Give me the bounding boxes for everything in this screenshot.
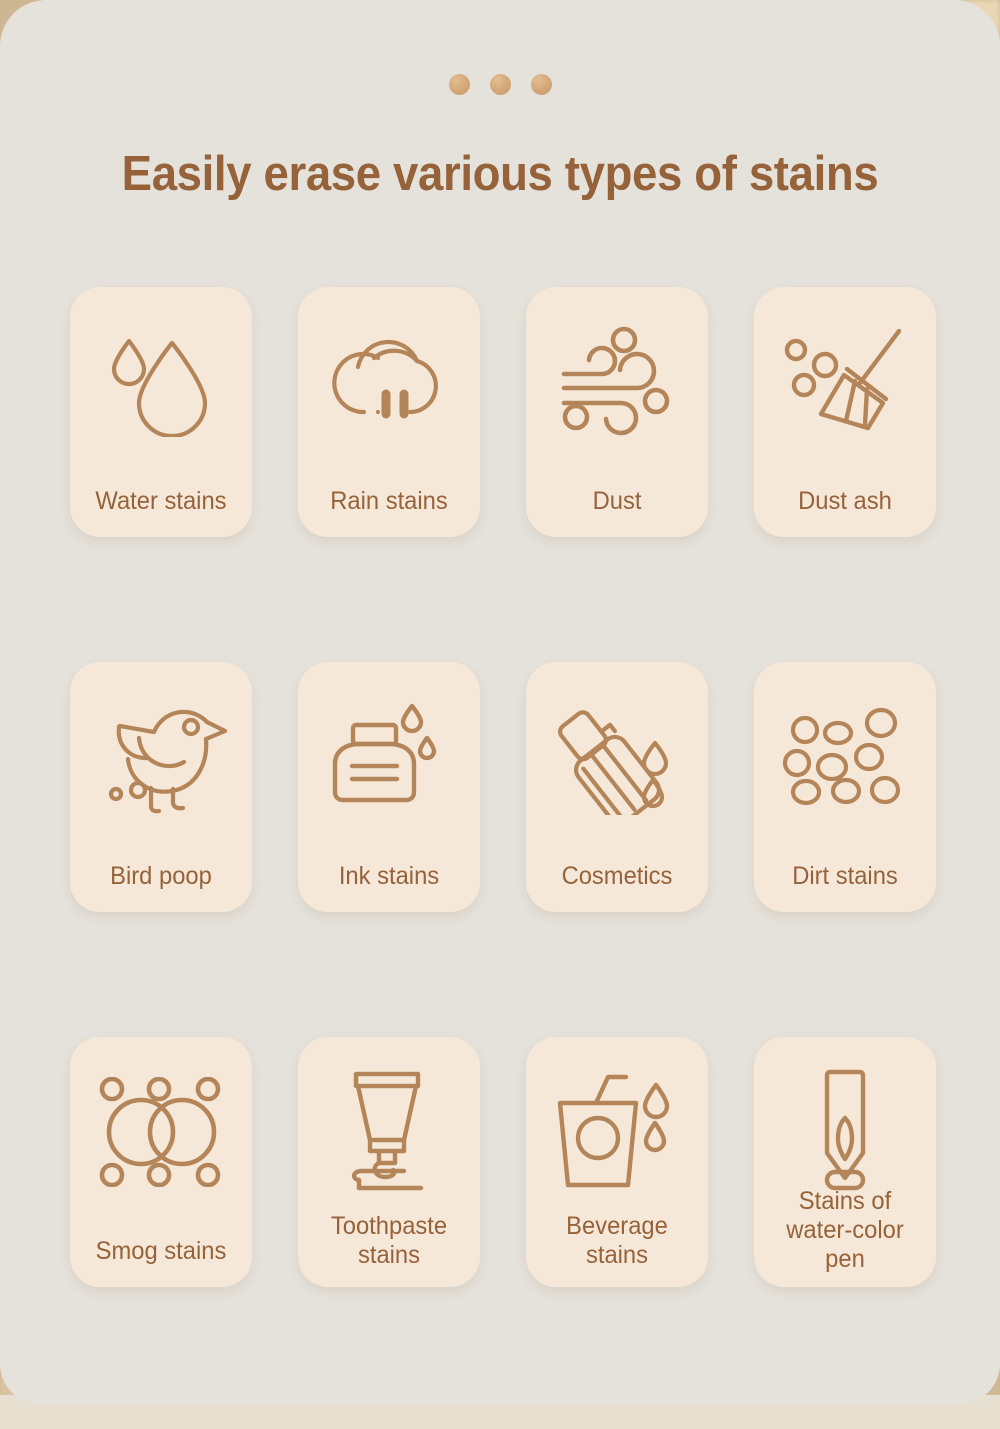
- ink-bottle-icon: [298, 692, 480, 822]
- toothpaste-tube-icon: [298, 1067, 480, 1197]
- stain-tile[interactable]: Rain stains: [298, 287, 480, 537]
- stain-tile-label: Dirt stains: [792, 862, 898, 890]
- dot-icon: [489, 74, 511, 95]
- beverage-cup-icon: [526, 1067, 708, 1197]
- stain-tile[interactable]: Dust ash: [754, 287, 936, 537]
- stain-tile-label: Cosmetics: [561, 862, 673, 890]
- stain-tile[interactable]: Dust: [526, 287, 708, 537]
- stain-tile-label: Water stains: [95, 487, 227, 515]
- dot-icon: [448, 74, 470, 95]
- stain-tile-label: Bird poop: [110, 862, 212, 890]
- broom-icon: [754, 317, 936, 447]
- dot-icon: [530, 74, 552, 95]
- stain-tile-label: Rain stains: [330, 487, 448, 515]
- wind-dust-icon: [526, 317, 708, 447]
- stain-type-grid: Water stains Rain stains Dust Dust ash B…: [70, 287, 936, 1287]
- smog-circles-icon: [70, 1067, 252, 1197]
- stain-tile-label: Stains of water-color pen: [786, 1187, 904, 1273]
- stain-tile[interactable]: Cosmetics: [526, 662, 708, 912]
- rain-cloud-icon: [298, 317, 480, 447]
- stain-tile[interactable]: Beverage stains: [526, 1037, 708, 1287]
- stain-tile-label: Dust ash: [798, 487, 892, 515]
- decorative-dots: [0, 74, 1000, 95]
- water-drops-icon: [70, 317, 252, 447]
- stain-tile-label: Smog stains: [95, 1237, 227, 1265]
- cosmetic-bottle-icon: [526, 692, 708, 822]
- marker-pen-icon: [754, 1067, 936, 1197]
- stain-tile[interactable]: Ink stains: [298, 662, 480, 912]
- bird-icon: [70, 692, 252, 822]
- stain-tile-label: Dust: [592, 487, 642, 515]
- stain-tile[interactable]: Stains of water-color pen: [754, 1037, 936, 1287]
- dirt-specks-icon: [754, 692, 936, 822]
- stain-tile[interactable]: Smog stains: [70, 1037, 252, 1287]
- stain-tile[interactable]: Water stains: [70, 287, 252, 537]
- stain-tile-label: Beverage stains: [566, 1212, 668, 1269]
- stain-tile-label: Ink stains: [338, 862, 440, 890]
- page-title: Easily erase various types of stains: [121, 147, 879, 201]
- stain-tile[interactable]: Bird poop: [70, 662, 252, 912]
- stain-tile-label: Toothpaste stains: [330, 1212, 448, 1269]
- stain-tile[interactable]: Dirt stains: [754, 662, 936, 912]
- stain-tile[interactable]: Toothpaste stains: [298, 1037, 480, 1287]
- content-card: Easily erase various types of stains Wat…: [0, 0, 1000, 1404]
